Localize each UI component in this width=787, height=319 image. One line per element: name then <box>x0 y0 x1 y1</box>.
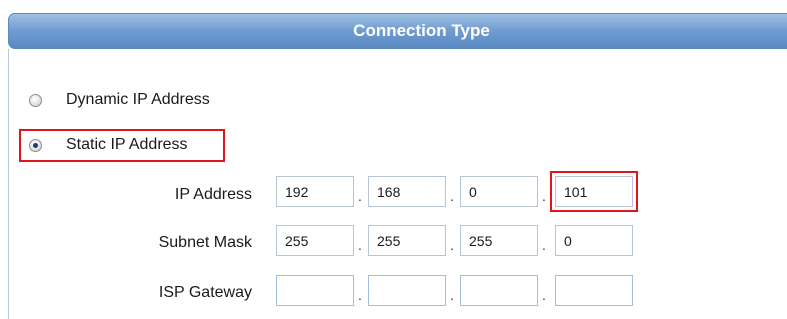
dynamic-ip-radio[interactable] <box>29 93 42 107</box>
isp-gateway-octet-4[interactable] <box>555 275 633 306</box>
subnet-separator: . <box>542 237 546 253</box>
ip-separator: . <box>450 188 454 204</box>
subnet-separator: . <box>358 237 362 253</box>
subnet-mask-octet-3[interactable] <box>460 225 538 256</box>
ip-address-octet-1[interactable] <box>276 176 354 207</box>
section-title: Connection Type <box>353 21 490 40</box>
static-ip-option[interactable]: Static IP Address <box>29 136 188 154</box>
subnet-separator: . <box>450 237 454 253</box>
subnet-mask-octet-1[interactable] <box>276 225 354 256</box>
ip-address-octet-4[interactable] <box>555 176 633 207</box>
gateway-separator: . <box>358 287 362 303</box>
section-header: Connection Type <box>8 13 787 49</box>
gateway-separator: . <box>450 287 454 303</box>
ip-address-octet-2[interactable] <box>368 176 446 207</box>
gateway-separator: . <box>542 287 546 303</box>
dynamic-ip-label: Dynamic IP Address <box>66 91 210 108</box>
subnet-mask-octet-4[interactable] <box>555 225 633 256</box>
subnet-mask-octet-2[interactable] <box>368 225 446 256</box>
isp-gateway-octet-3[interactable] <box>460 275 538 306</box>
isp-gateway-label: ISP Gateway <box>158 284 252 301</box>
static-ip-label: Static IP Address <box>66 136 188 153</box>
ip-separator: . <box>358 188 362 204</box>
ip-separator: . <box>542 188 546 204</box>
ip-address-octet-3[interactable] <box>460 176 538 207</box>
ip-address-label: IP Address <box>174 186 252 203</box>
isp-gateway-octet-2[interactable] <box>368 275 446 306</box>
subnet-mask-label: Subnet Mask <box>158 234 252 251</box>
isp-gateway-octet-1[interactable] <box>276 275 354 306</box>
dynamic-ip-option[interactable]: Dynamic IP Address <box>29 91 210 109</box>
static-ip-radio[interactable] <box>29 138 42 152</box>
